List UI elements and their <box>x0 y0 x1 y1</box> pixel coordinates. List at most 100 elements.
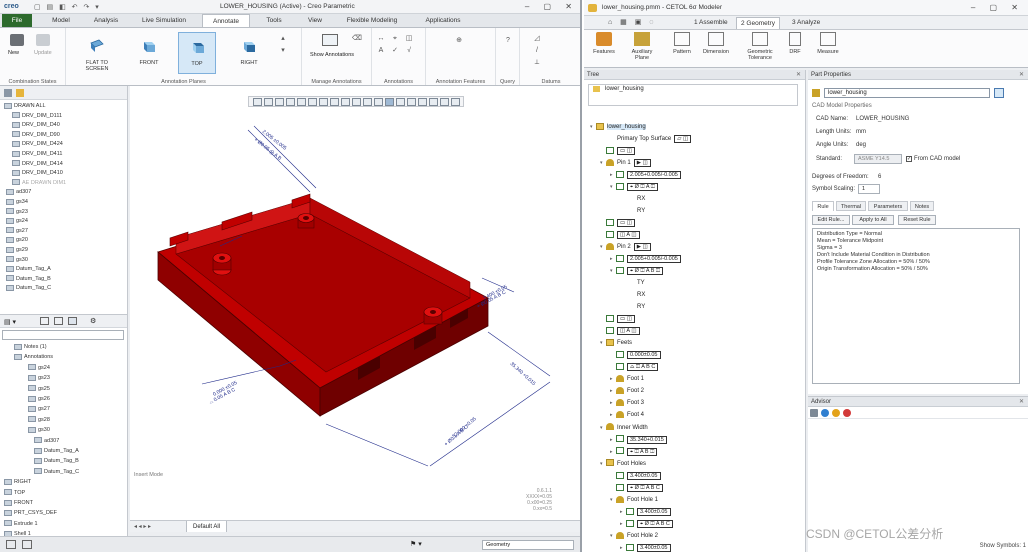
layer-tree-item[interactable]: gs24 <box>28 364 50 373</box>
tab-live-simulation[interactable]: Live Simulation <box>132 14 196 27</box>
quick-tools-icons[interactable]: ⌂ ▦ ▣ ◌ <box>608 18 656 26</box>
update-state-button[interactable]: Update <box>34 50 52 56</box>
settings-icon[interactable]: ⚙ <box>90 317 96 325</box>
model-tree-item[interactable]: DRV_DIM_D90 <box>12 131 60 140</box>
tab-thermal[interactable]: Thermal <box>836 201 866 211</box>
layer-tree-item[interactable]: PRT_CSYS_DEF <box>4 509 57 518</box>
folder-icon[interactable] <box>16 89 24 97</box>
tab-flexible-modeling[interactable]: Flexible Modeling <box>338 14 406 27</box>
cetol-tree-item[interactable]: 0.000±0.05 <box>610 350 661 360</box>
layer-tree-item[interactable]: Datum_Tag_A <box>34 447 79 456</box>
reset-rule-button[interactable]: Reset Rule <box>898 215 936 225</box>
cetol-tree-item[interactable]: ⌖ Ø ◫ A B C <box>610 483 663 493</box>
tree-icon[interactable] <box>4 89 12 97</box>
tab-parameters[interactable]: Parameters <box>868 201 908 211</box>
layer-tree-item[interactable]: gs28 <box>28 416 50 425</box>
symbol-icon[interactable]: ✓ <box>390 46 400 55</box>
model-tree-item[interactable]: AE DRAWN DIM1 <box>12 179 66 188</box>
tab-applications[interactable]: Applications <box>414 14 472 27</box>
model-tree-item[interactable]: DRV_DIM_D40 <box>12 121 60 130</box>
housing-3d-model[interactable]: ⌖ Ø0.05 Ⓜ A B 2.005 ±0.005 ⌖ Ø0.05 A B C… <box>130 86 580 520</box>
cetol-tree-item[interactable]: ▸ 3.400±0.05 <box>620 543 671 552</box>
tab-analysis[interactable]: Analysis <box>86 14 126 27</box>
layer-tree-item[interactable]: Datum_Tag_B <box>34 457 79 466</box>
edit-icon[interactable] <box>994 88 1004 98</box>
layer-icon[interactable] <box>54 317 63 325</box>
close-icon[interactable]: ✕ <box>1019 397 1024 407</box>
surface-finish-icon[interactable]: √ <box>404 46 414 55</box>
plane-right-button[interactable]: RIGHT <box>230 32 268 74</box>
dimension-icon[interactable]: ↔ <box>376 34 386 43</box>
layer-tree-item[interactable]: Datum_Tag_C <box>34 468 79 477</box>
model-tree-item[interactable]: DRV_DIM_D414 <box>12 160 63 169</box>
cetol-tree-item[interactable]: Primary Top Surface ▱ ◫ <box>600 134 692 144</box>
cetol-tree-item[interactable]: ▭ ◫ <box>600 146 635 156</box>
update-icon[interactable] <box>36 34 50 46</box>
plane-top-button[interactable]: TOP <box>178 32 216 74</box>
cetol-tree-item[interactable]: ▾ Foot Hole 2 <box>610 531 661 541</box>
dimension-button[interactable]: Dimension <box>700 32 732 55</box>
layer-tree-item[interactable]: TOP <box>4 489 25 498</box>
cetol-tree-item[interactable]: ▸ Foot 3 <box>610 398 647 408</box>
standard-dropdown[interactable]: ASME Y14.5 <box>854 154 902 164</box>
close-icon[interactable]: ✕ <box>1019 70 1024 80</box>
part-name-input[interactable]: lower_housing <box>824 88 990 98</box>
tab-default-all[interactable]: Default All <box>186 521 228 532</box>
layer-tree-item[interactable]: gs30 <box>28 426 50 435</box>
plane-flat-to-screen-button[interactable]: FLAT TO SCREEN <box>78 32 116 74</box>
cetol-tree-item[interactable]: ▸ ⌖ Ø ◫ A B C <box>620 519 673 529</box>
model-tree-item[interactable]: gs24 <box>6 217 28 226</box>
selection-filter-dropdown[interactable]: Geometry <box>482 540 574 550</box>
tab-model[interactable]: Model <box>42 14 80 27</box>
query-icon[interactable]: ? <box>503 36 513 45</box>
model-tree-item[interactable]: Datum_Tag_A <box>6 265 51 274</box>
edit-rule-button[interactable]: Edit Rule... <box>812 215 850 225</box>
cetol-tree-item[interactable]: ▸ Foot 2 <box>610 386 647 396</box>
cetol-tree-item[interactable]: ▸ 35.340+0.015 <box>610 435 667 445</box>
camera-icon[interactable] <box>10 34 24 46</box>
status-icon[interactable] <box>22 540 32 549</box>
cetol-tree-item[interactable]: ▸ Foot 4 <box>610 410 647 420</box>
cetol-tree-item[interactable]: ▭ ◫ <box>600 314 635 324</box>
annotation-feature-icon[interactable]: ⊕ <box>454 36 464 45</box>
cetol-tree-item[interactable]: ▾ ⌖ Ø ◫ A ◫ <box>610 182 658 192</box>
layer-dropdown-icon[interactable]: ▤ ▾ <box>4 318 16 326</box>
tab-geometry[interactable]: 2 Geometry <box>736 17 780 29</box>
tab-assemble[interactable]: 1 Assemble <box>690 17 732 29</box>
datum-plane-icon[interactable]: ◿ <box>532 34 542 43</box>
cetol-tree-item[interactable]: ▭ ◫ <box>600 218 635 228</box>
layer-tree-item[interactable]: RIGHT <box>4 478 31 487</box>
model-tree-item[interactable]: DRV_DIM_D111 <box>12 112 62 121</box>
layer-tree-item[interactable]: FRONT <box>4 499 33 508</box>
cetol-tree-item[interactable]: 3.400±0.05 <box>610 471 661 481</box>
model-tree-item[interactable]: gs20 <box>6 236 28 245</box>
model-tree-item[interactable]: Datum_Tag_C <box>6 284 51 293</box>
warning-icon[interactable] <box>832 409 840 417</box>
layer-tree-item[interactable]: gs27 <box>28 405 50 414</box>
model-tree-item[interactable]: gs29 <box>6 246 28 255</box>
window-controls[interactable]: – ▢ ✕ <box>971 3 1024 12</box>
graphics-window[interactable]: ⌖ Ø0.05 Ⓜ A B 2.005 ±0.005 ⌖ Ø0.05 A B C… <box>130 86 580 520</box>
tab-tools[interactable]: Tools <box>256 14 292 27</box>
cetol-tree-item[interactable]: RX <box>620 194 648 204</box>
new-state-button[interactable]: New <box>8 50 19 56</box>
datum-axis-icon[interactable]: / <box>532 46 542 55</box>
tab-file[interactable]: File <box>2 14 32 27</box>
tab-nav-icons[interactable]: ◂ ◂ ▸ ▸ <box>134 523 151 530</box>
layer-icon[interactable] <box>40 317 49 325</box>
layer-search-input[interactable] <box>2 330 124 340</box>
cetol-tree-item[interactable]: RX <box>620 290 648 300</box>
pattern-button[interactable]: Pattern <box>668 32 696 55</box>
cetol-tree-item[interactable]: ▸ 2.005+0.005/-0.005 <box>610 170 681 180</box>
cetol-tree-item[interactable]: ▾ Inner Width <box>600 423 651 433</box>
model-tree-item[interactable]: DRAWN ALL <box>4 102 46 111</box>
apply-to-all-button[interactable]: Apply to All <box>852 215 894 225</box>
cetol-tree-item[interactable]: ▾ Pin 2 ▶ ◫ <box>600 242 651 252</box>
note-icon[interactable]: A <box>376 46 386 55</box>
plane-front-button[interactable]: FRONT <box>130 32 168 74</box>
cetol-tree-item[interactable]: ◫ A ◫ <box>600 326 640 336</box>
model-tree-item[interactable]: Datum_Tag_B <box>6 275 51 284</box>
drf-button[interactable]: DRF <box>786 32 804 55</box>
tab-rule[interactable]: Rule <box>812 201 834 211</box>
cetol-tree-item[interactable]: ▸ ⌖ ◫ A B ◫ <box>610 447 658 457</box>
